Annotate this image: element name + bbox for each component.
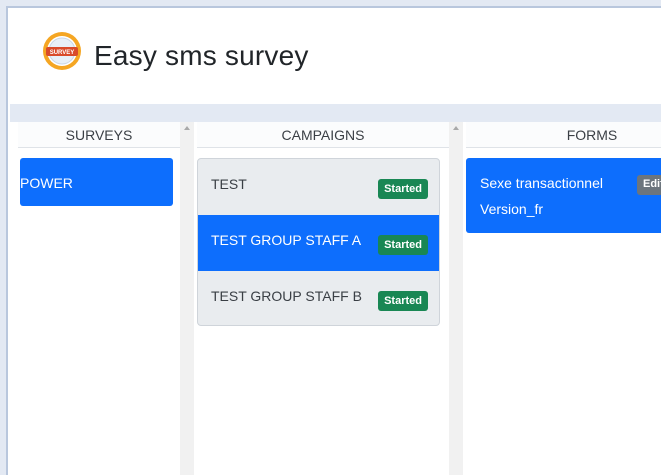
survey-item-power[interactable]: POWER: [20, 158, 173, 206]
form-version: Version_fr: [480, 201, 544, 217]
campaigns-scrollbar[interactable]: [449, 122, 463, 475]
campaign-list: TEST Started TEST GROUP STAFF A Started …: [197, 158, 440, 326]
campaigns-column: CAMPAIGNS TEST Started TEST GROUP STAFF …: [197, 122, 449, 475]
surveys-header: SURVEYS: [18, 122, 180, 148]
edit-button[interactable]: Edit: [637, 175, 661, 195]
campaign-label: TEST GROUP STAFF B: [211, 288, 362, 304]
surveys-scrollbar[interactable]: [180, 122, 194, 475]
campaign-item-test-group-staff-a[interactable]: TEST GROUP STAFF A Started: [198, 215, 439, 271]
forms-column: FORMS Sexe transactionnel Version_fr Edi…: [466, 122, 661, 475]
campaign-label: TEST: [211, 176, 247, 192]
status-badge: Started: [378, 291, 428, 311]
status-badge: Started: [378, 179, 428, 199]
forms-header: FORMS: [466, 122, 661, 148]
form-item-sexe-transactionnel[interactable]: Sexe transactionnel Version_fr Edit: [466, 158, 661, 233]
status-badge: Started: [378, 235, 428, 255]
scroll-up-arrow-icon[interactable]: [453, 126, 459, 130]
campaign-label: TEST GROUP STAFF A: [211, 232, 362, 248]
scroll-up-arrow-icon[interactable]: [184, 126, 190, 130]
surveys-column: SURVEYS POWER: [18, 122, 180, 475]
header-divider-band: [10, 104, 661, 122]
form-name: Sexe transactionnel: [480, 175, 603, 191]
app-title: Easy sms survey: [94, 40, 309, 71]
survey-logo-icon: SURVEY: [38, 26, 88, 86]
campaigns-header: CAMPAIGNS: [197, 122, 449, 148]
campaign-item-test[interactable]: TEST Started: [198, 159, 439, 215]
survey-item-label: POWER: [20, 175, 73, 191]
logo-text: SURVEY: [50, 50, 75, 56]
campaign-item-test-group-staff-b[interactable]: TEST GROUP STAFF B Started: [198, 271, 439, 325]
